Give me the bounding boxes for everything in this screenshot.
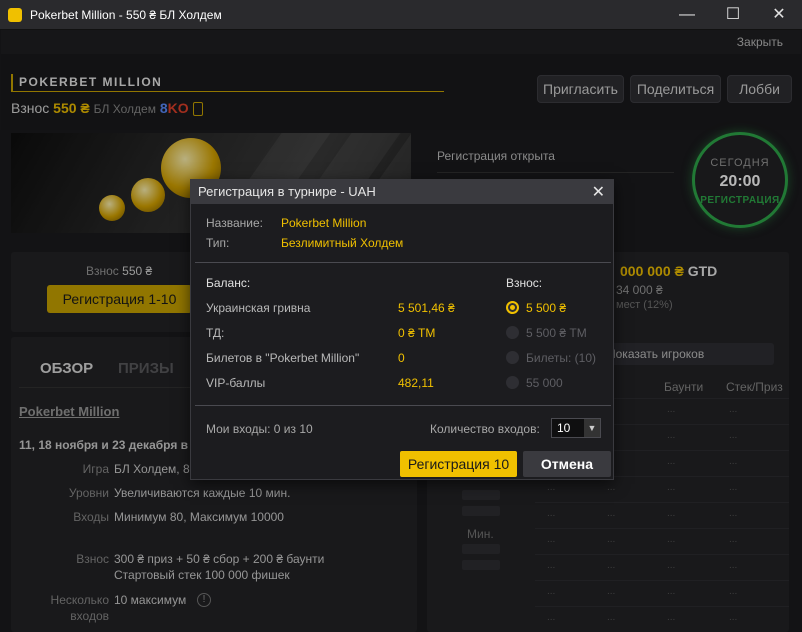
registration-dialog: Регистрация в турнире - UAH ✕ Название: … <box>190 179 614 480</box>
fee-option-radio[interactable] <box>506 376 519 389</box>
cancel-button[interactable]: Отмена <box>523 451 611 477</box>
balance-value: 0 ₴ ТМ <box>398 326 436 340</box>
entries-count-select[interactable]: 10 ▼ <box>551 418 601 438</box>
close-window-button[interactable]: ✕ <box>756 0 802 30</box>
balance-value: 5 501,46 ₴ <box>398 301 455 315</box>
fee-option-label[interactable]: 5 500 ₴ ТМ <box>526 326 587 340</box>
fee-option-label[interactable]: 5 500 ₴ <box>526 301 566 315</box>
fee-option-label[interactable]: 55 000 <box>526 376 563 390</box>
app-logo-icon <box>8 8 22 22</box>
my-entries: Мои входы: 0 из 10 <box>206 422 313 436</box>
dialog-title: Регистрация в турнире - UAH <box>198 184 376 199</box>
fee-option-radio[interactable] <box>506 301 519 314</box>
window-title: Pokerbet Million - 550 ₴ БЛ Холдем <box>30 8 222 22</box>
entries-count-label: Количество входов: <box>430 422 540 436</box>
balance-label: ТД: <box>206 326 225 340</box>
fee-option-label[interactable]: Билеты: (10) <box>526 351 596 365</box>
balance-heading: Баланс: <box>206 276 251 290</box>
name-label: Название: <box>206 216 263 230</box>
balance-label: Билетов в "Pokerbet Million" <box>206 351 360 365</box>
balance-label: Украинская гривна <box>206 301 311 315</box>
fee-heading: Взнос: <box>506 276 543 290</box>
balance-value: 0 <box>398 351 405 365</box>
minimize-button[interactable]: — <box>664 0 710 30</box>
name-value: Pokerbet Million <box>281 216 367 230</box>
confirm-register-button[interactable]: Регистрация 10 <box>400 451 517 477</box>
entries-count-value: 10 <box>557 421 571 435</box>
fee-option-radio[interactable] <box>506 326 519 339</box>
type-value: Безлимитный Холдем <box>281 236 404 250</box>
type-label: Тип: <box>206 236 230 250</box>
chevron-down-icon[interactable]: ▼ <box>584 419 600 437</box>
dialog-close-icon[interactable]: ✕ <box>592 182 605 202</box>
dialog-header: Регистрация в турнире - UAH ✕ <box>191 180 613 204</box>
title-bar: Pokerbet Million - 550 ₴ БЛ Холдем — ☐ ✕ <box>0 0 802 30</box>
balance-label: VIP-баллы <box>206 376 266 390</box>
balance-value: 482,11 <box>398 376 434 390</box>
fee-option-radio[interactable] <box>506 351 519 364</box>
maximize-button[interactable]: ☐ <box>710 0 756 30</box>
